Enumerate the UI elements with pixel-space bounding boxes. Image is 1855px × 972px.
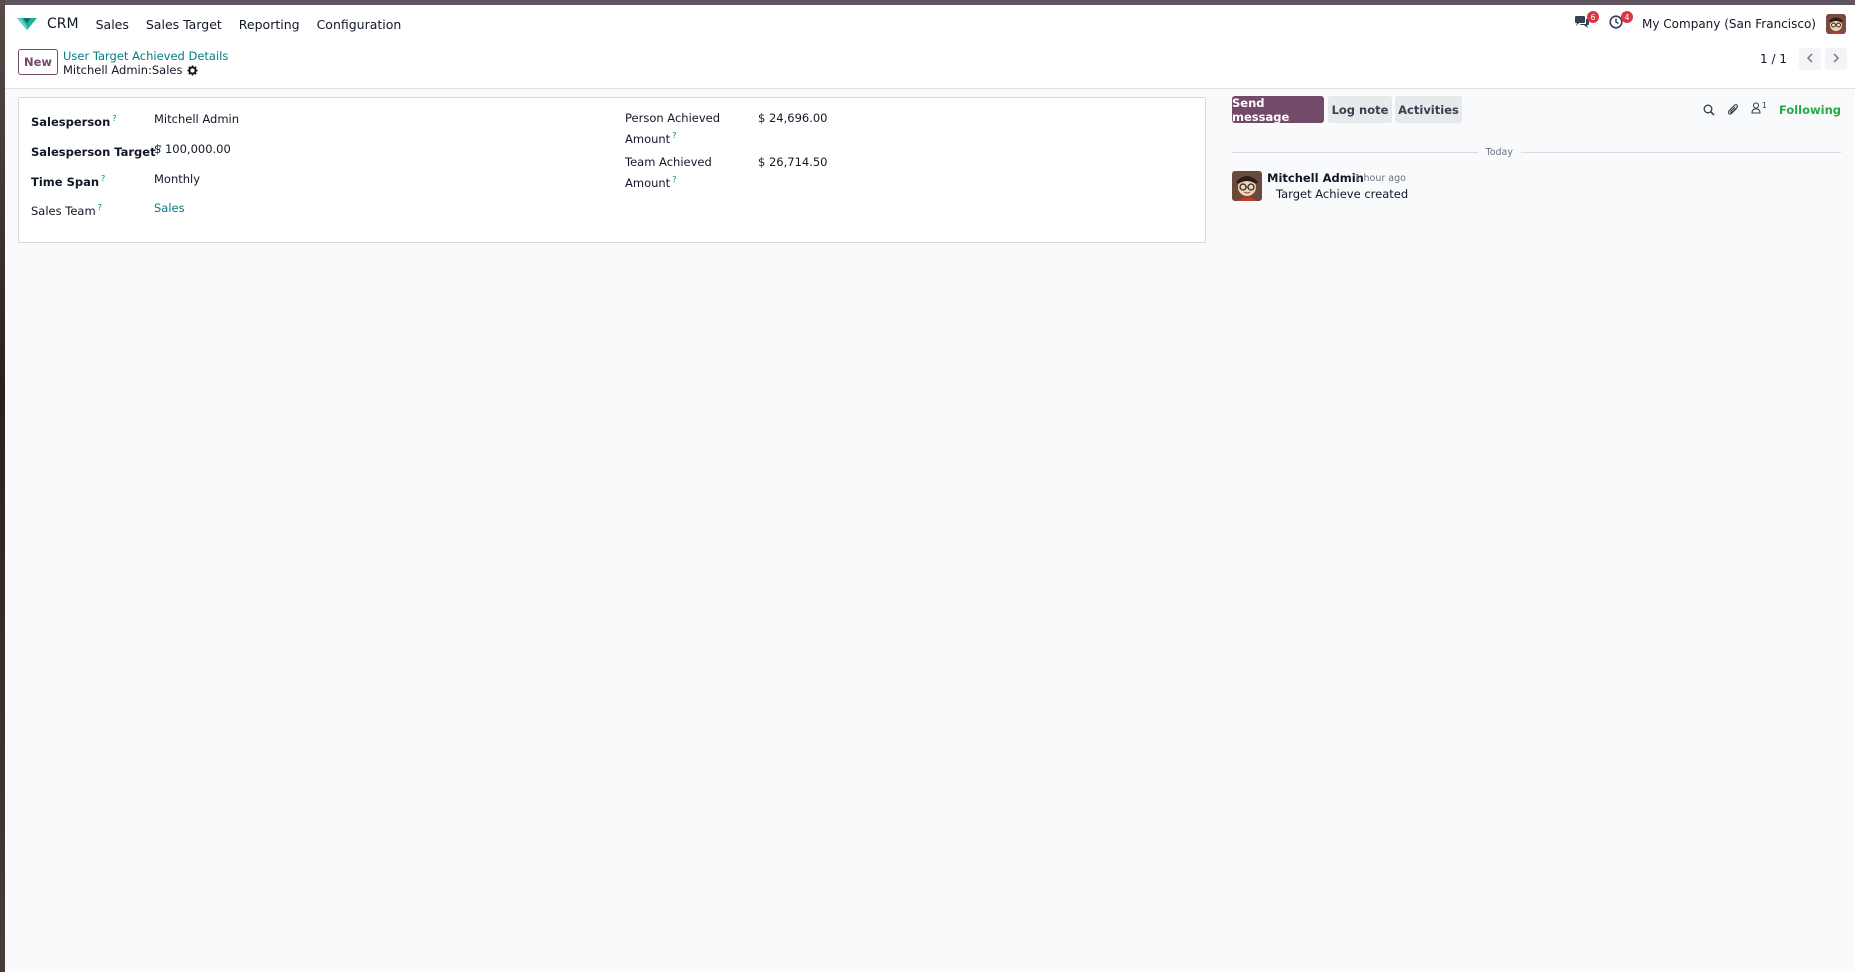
activities-badge: 4 — [1621, 11, 1634, 23]
salesperson-label: Salesperson? — [31, 114, 117, 129]
help-tooltip-icon[interactable]: ? — [672, 175, 676, 184]
chatter-tools: 1 Following — [1691, 96, 1841, 123]
team-achieved-label: Team Achieved Amount? — [625, 155, 712, 190]
company-switcher[interactable]: My Company (San Francisco) — [1642, 17, 1816, 31]
messages-badge: 6 — [1587, 11, 1600, 23]
messages-systray[interactable]: 6 — [1571, 11, 1600, 35]
message-body: Target Achieve created — [1276, 187, 1409, 201]
activities-button[interactable]: Activities — [1395, 96, 1462, 123]
salesperson-target-field[interactable]: $ 100,000.00 — [154, 141, 231, 158]
time-span-field[interactable]: Monthly — [154, 171, 200, 188]
help-tooltip-icon[interactable]: ? — [98, 203, 102, 212]
sales-team-link[interactable]: Sales — [154, 200, 185, 217]
sales-team-label: Sales Team? — [31, 203, 102, 218]
avatar[interactable] — [1232, 171, 1262, 201]
date-separator: Today — [1232, 145, 1841, 159]
date-separator-label: Today — [1485, 146, 1513, 158]
chevron-left-icon — [1806, 52, 1814, 67]
help-tooltip-icon[interactable]: ? — [672, 131, 676, 140]
pager-next-button[interactable] — [1825, 48, 1847, 70]
separator-line — [1521, 151, 1841, 153]
activities-systray[interactable]: 4 — [1605, 11, 1634, 35]
record-name: Mitchell Admin:Sales — [63, 63, 183, 77]
new-button[interactable]: New — [18, 49, 58, 75]
message-time: - 1 hour ago — [1348, 173, 1406, 184]
menu-reporting[interactable]: Reporting — [239, 17, 300, 32]
time-span-label: Time Span? — [31, 174, 106, 189]
breadcrumb-parent[interactable]: User Target Achieved Details — [63, 49, 228, 63]
chatter-message: Mitchell Admin - 1 hour ago Target Achie… — [1232, 171, 1841, 211]
pager-previous-button[interactable] — [1799, 48, 1821, 70]
person-achieved-label: Person Achieved Amount? — [625, 111, 721, 146]
pager: 1 / 1 — [1760, 48, 1847, 70]
control-panel: New User Target Achieved Details Mitchel… — [5, 43, 1855, 89]
help-tooltip-icon[interactable]: ? — [112, 114, 116, 123]
menu-sales-target[interactable]: Sales Target — [146, 17, 222, 32]
main-navbar: CRM Sales Sales Target Reporting Configu… — [5, 5, 1855, 43]
send-message-button[interactable]: Send message — [1232, 96, 1324, 124]
paperclip-icon[interactable] — [1727, 103, 1739, 116]
followers-button[interactable]: 1 — [1751, 101, 1767, 118]
chevron-right-icon — [1832, 52, 1840, 67]
chatter: Send message Log note Activities 1 Follo… — [1232, 96, 1841, 216]
salesperson-target-label: Salesperson Target? — [31, 144, 162, 159]
menu-configuration[interactable]: Configuration — [317, 17, 402, 32]
menu-sales[interactable]: Sales — [96, 17, 129, 32]
salesperson-field[interactable]: Mitchell Admin — [154, 111, 239, 128]
gear-icon[interactable] — [186, 64, 198, 76]
team-achieved-amount: $ 26,714.50 — [758, 155, 828, 169]
help-tooltip-icon[interactable]: ? — [101, 174, 105, 183]
window-left-edge — [0, 0, 5, 972]
form-sheet: Salesperson? Mitchell Admin Salesperson … — [18, 97, 1206, 243]
follower-count: 1 — [1761, 101, 1767, 110]
person-achieved-amount: $ 24,696.00 — [758, 111, 828, 125]
following-button[interactable]: Following — [1779, 103, 1841, 117]
crm-app-icon[interactable] — [16, 15, 40, 33]
user-icon — [1751, 101, 1761, 118]
app-name[interactable]: CRM — [47, 16, 79, 32]
separator-line — [1232, 151, 1478, 153]
user-avatar[interactable] — [1826, 14, 1846, 34]
search-icon[interactable] — [1703, 104, 1715, 116]
log-note-button[interactable]: Log note — [1328, 96, 1392, 123]
breadcrumb-current: Mitchell Admin:Sales — [63, 63, 198, 77]
pager-value[interactable]: 1 / 1 — [1760, 52, 1787, 66]
